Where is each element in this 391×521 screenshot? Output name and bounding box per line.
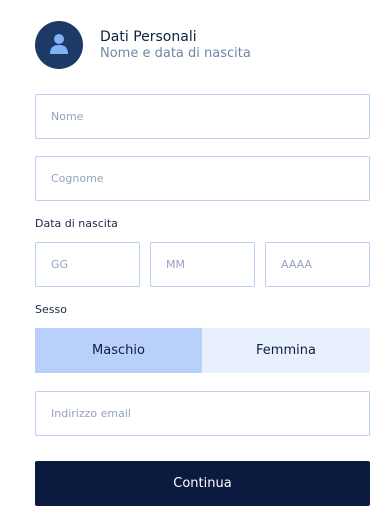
avatar	[35, 21, 83, 69]
email-field[interactable]	[35, 391, 370, 436]
birth-year-input[interactable]	[266, 243, 369, 286]
sex-option-male[interactable]: Maschio	[35, 328, 202, 373]
birth-year-field[interactable]	[265, 242, 370, 287]
continue-button[interactable]: Continua	[35, 461, 370, 506]
sex-selector: Maschio Femmina	[35, 328, 370, 373]
user-icon	[50, 34, 68, 54]
sex-option-female[interactable]: Femmina	[202, 328, 370, 373]
last-name-field[interactable]	[35, 156, 370, 201]
page-title: Dati Personali	[100, 29, 197, 45]
birth-month-input[interactable]	[151, 243, 254, 286]
birth-day-field[interactable]	[35, 242, 140, 287]
sex-label: Sesso	[35, 303, 67, 316]
page-subtitle: Nome e data di nascita	[100, 46, 251, 61]
section-header: Dati Personali Nome e data di nascita	[35, 21, 375, 71]
email-input[interactable]	[36, 392, 369, 435]
first-name-field[interactable]	[35, 94, 370, 139]
birth-month-field[interactable]	[150, 242, 255, 287]
last-name-input[interactable]	[36, 157, 369, 200]
birth-day-input[interactable]	[36, 243, 139, 286]
first-name-input[interactable]	[36, 95, 369, 138]
birth-date-label: Data di nascita	[35, 217, 118, 230]
